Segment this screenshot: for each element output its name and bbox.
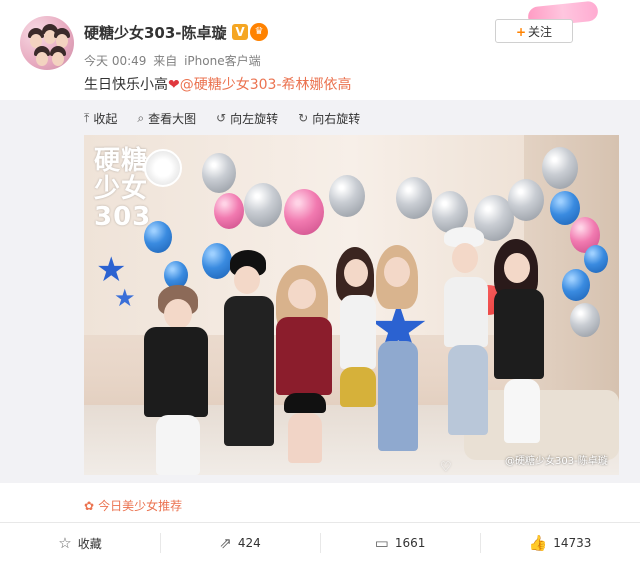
source-prefix: 来自 (153, 54, 178, 68)
post-time[interactable]: 今天 00:49 (84, 54, 146, 68)
post-photo[interactable]: ★ ★ ★ 硬糖少女303 (84, 135, 619, 475)
favorite-button[interactable]: ☆ 收藏 (0, 523, 160, 563)
magnifier-icon: ⌕ (137, 110, 145, 125)
post-source[interactable]: iPhone客户端 (184, 54, 261, 68)
follow-button[interactable]: + 关注 (495, 19, 573, 43)
rotate-right-button[interactable]: ↻ 向右旋转 (298, 110, 360, 127)
username[interactable]: 硬糖少女303-陈卓璇 (84, 22, 227, 43)
view-large-button[interactable]: ⌕ 查看大图 (137, 110, 196, 127)
rotate-right-label: 向右旋转 (312, 111, 361, 126)
media-toolbar: ⤒ 收起 ⌕ 查看大图 ↺ 向左旋转 ↻ 向右旋转 (84, 108, 360, 128)
plus-icon: + (515, 25, 527, 39)
recommend-link[interactable]: ✿ 今日美少女推荐 (84, 497, 182, 514)
group-logo-gem-icon (144, 149, 182, 187)
like-count: 14733 (553, 536, 592, 550)
collapse-button[interactable]: ⤒ 收起 (84, 110, 117, 127)
mention-link[interactable]: @硬糖少女303-希林娜依高 (180, 77, 352, 93)
comment-button[interactable]: ▭ 1661 (320, 523, 480, 563)
comment-count: 1661 (394, 536, 426, 550)
verified-badge-icon[interactable]: V (232, 24, 248, 40)
collapse-label: 收起 (93, 111, 118, 126)
share-button[interactable]: ⇗ 424 (160, 523, 320, 563)
avatar[interactable] (20, 16, 74, 70)
post-actions-bar: ☆ 收藏 ⇗ 424 ▭ 1661 👍 14733 (0, 523, 640, 563)
post-text: 生日快乐小高❤@硬糖少女303-希林娜依高 (84, 74, 352, 94)
follow-label: 关注 (528, 25, 553, 39)
heart-emoji-icon: ❤ (168, 77, 180, 93)
share-icon: ⇗ (219, 534, 232, 552)
collapse-arrow-icon: ⤒ (84, 110, 90, 125)
star-outline-icon: ☆ (58, 534, 72, 552)
recommend-label: 今日美少女推荐 (98, 499, 183, 513)
photo-watermark: @硬糖少女303-陈卓璇 (505, 456, 608, 467)
photo-heart-icon[interactable]: ♡ (440, 460, 452, 475)
favorite-label: 收藏 (77, 536, 102, 551)
rotate-left-button[interactable]: ↺ 向左旋转 (216, 110, 278, 127)
share-count: 424 (237, 536, 261, 550)
rotate-left-icon: ↺ (216, 111, 227, 125)
post-meta: 今天 00:49 来自 iPhone客户端 (84, 52, 264, 69)
comment-icon: ▭ (374, 534, 389, 552)
rotate-left-label: 向左旋转 (230, 111, 279, 126)
like-button[interactable]: 👍 14733 (480, 523, 640, 563)
vip-crown-icon[interactable]: ♛ (250, 23, 268, 41)
view-large-label: 查看大图 (148, 111, 197, 126)
thumbs-up-icon: 👍 (528, 534, 548, 552)
post-text-main: 生日快乐小高 (84, 77, 168, 93)
rotate-right-icon: ↻ (298, 111, 309, 125)
flower-icon: ✿ (84, 499, 95, 513)
